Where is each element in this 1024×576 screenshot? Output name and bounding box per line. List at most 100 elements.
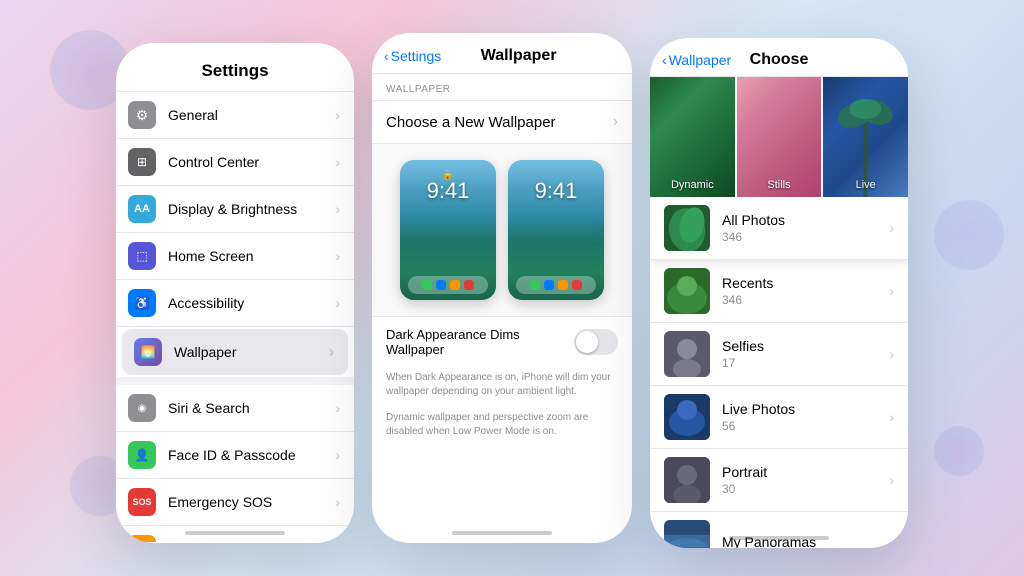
live-photos-info: Live Photos 56 xyxy=(722,401,889,433)
all-photos-count: 346 xyxy=(722,230,889,244)
settings-item-sos[interactable]: SOS Emergency SOS › xyxy=(116,479,354,526)
back-chevron-icon: ‹ xyxy=(384,48,389,64)
live-photos-thumb xyxy=(664,394,710,440)
general-label: General xyxy=(168,107,335,123)
gallery-live[interactable]: Live xyxy=(823,77,908,197)
bg-blob-4 xyxy=(934,426,984,476)
live-photos-chevron: › xyxy=(889,409,894,425)
settings-item-general[interactable]: ⚙ General › xyxy=(116,92,354,139)
settings-item-wallpaper[interactable]: 🌅 Wallpaper › xyxy=(122,329,348,375)
settings-item-siri[interactable]: ◉ Siri & Search › xyxy=(116,385,354,432)
choose-wallpaper-label: Choose a New Wallpaper xyxy=(386,114,613,131)
faceid-icon: 👤 xyxy=(128,441,156,469)
selfies-chevron: › xyxy=(889,346,894,362)
settings-item-home-screen[interactable]: ⬚ Home Screen › xyxy=(116,233,354,280)
exposure-label: Exposure Notifications xyxy=(168,541,335,542)
dark-appearance-label: Dark Appearance Dims Wallpaper xyxy=(386,327,574,357)
wallpaper-back-button[interactable]: ‹ Settings xyxy=(384,48,441,64)
phone-settings: Settings ⚙ General › ⊞ Control Center › … xyxy=(116,43,354,543)
recents-thumb xyxy=(664,268,710,314)
portrait-thumb xyxy=(664,457,710,503)
display-label: Display & Brightness xyxy=(168,201,335,217)
home-indicator-right xyxy=(729,536,829,540)
portrait-info: Portrait 30 xyxy=(722,464,889,496)
home-screen-time: 9:41 xyxy=(508,178,604,204)
wallpaper-gallery-row: Dynamic Stills Live xyxy=(650,77,908,197)
control-center-label: Control Center xyxy=(168,154,335,170)
settings-item-control-center[interactable]: ⊞ Control Center › xyxy=(116,139,354,186)
dynamic-label: Dynamic xyxy=(650,179,735,191)
choose-back-button[interactable]: ‹ Wallpaper xyxy=(662,52,731,68)
dark-appearance-toggle[interactable] xyxy=(574,329,618,355)
home-dock-icon-1 xyxy=(530,280,540,290)
faceid-label: Face ID & Passcode xyxy=(168,447,335,463)
sos-icon: SOS xyxy=(128,488,156,516)
selfies-thumb xyxy=(664,331,710,377)
siri-icon: ◉ xyxy=(128,394,156,422)
live-label: Live xyxy=(823,179,908,191)
phone-choose: ‹ Wallpaper Choose Dynamic Stills xyxy=(650,38,908,548)
dock-icon-1 xyxy=(422,280,432,290)
general-icon: ⚙ xyxy=(128,101,156,129)
photos-item-live[interactable]: Live Photos 56 › xyxy=(650,386,908,449)
photos-list: All Photos 346 › Recents 346 › xyxy=(650,197,908,548)
selfies-count: 17 xyxy=(722,356,889,370)
home-screen-dock xyxy=(516,276,596,294)
gallery-stills[interactable]: Stills xyxy=(737,77,822,197)
home-indicator-center xyxy=(452,531,552,535)
portrait-count: 30 xyxy=(722,482,889,496)
settings-list: ⚙ General › ⊞ Control Center › AA Displa… xyxy=(116,92,354,542)
dock-icon-4 xyxy=(464,280,474,290)
choose-wallpaper-row[interactable]: Choose a New Wallpaper › xyxy=(372,100,632,144)
recents-count: 346 xyxy=(722,293,889,307)
choose-screen-title: Choose xyxy=(750,51,809,69)
home-dock-icon-2 xyxy=(544,280,554,290)
toggle-dot xyxy=(576,331,598,353)
photos-item-selfies[interactable]: Selfies 17 › xyxy=(650,323,908,386)
all-photos-info: All Photos 346 xyxy=(722,212,889,244)
accessibility-label: Accessibility xyxy=(168,295,335,311)
choose-back-chevron: ‹ xyxy=(662,52,667,68)
choose-back-label: Wallpaper xyxy=(669,52,732,68)
photos-item-recents[interactable]: Recents 346 › xyxy=(650,260,908,323)
settings-item-accessibility[interactable]: ♿ Accessibility › xyxy=(116,280,354,327)
gallery-dynamic[interactable]: Dynamic xyxy=(650,77,735,197)
control-center-icon: ⊞ xyxy=(128,148,156,176)
dark-appearance-row: Dark Appearance Dims Wallpaper xyxy=(372,316,632,367)
photos-item-portrait[interactable]: Portrait 30 › xyxy=(650,449,908,512)
panoramas-chevron: › xyxy=(889,535,894,548)
home-screen-icon: ⬚ xyxy=(128,242,156,270)
all-photos-name: All Photos xyxy=(722,212,889,228)
home-screen-label: Home Screen xyxy=(168,248,335,264)
wallpaper-desc-2: Dynamic wallpaper and perspective zoom a… xyxy=(372,407,632,447)
selfies-info: Selfies 17 xyxy=(722,338,889,370)
choose-header: ‹ Wallpaper Choose xyxy=(650,38,908,77)
wallpaper-screen-title: Wallpaper xyxy=(481,47,557,65)
recents-info: Recents 346 xyxy=(722,275,889,307)
recents-name: Recents xyxy=(722,275,889,291)
home-screen-preview[interactable]: 9:41 xyxy=(508,160,604,300)
home-dock-icon-3 xyxy=(558,280,568,290)
sos-label: Emergency SOS xyxy=(168,494,335,510)
accessibility-icon: ♿ xyxy=(128,289,156,317)
lock-screen-preview[interactable]: 🔒 9:41 xyxy=(400,160,496,300)
photos-item-all[interactable]: All Photos 346 › xyxy=(650,197,908,260)
live-photos-name: Live Photos xyxy=(722,401,889,417)
display-icon: AA xyxy=(128,195,156,223)
dock-icon-3 xyxy=(450,280,460,290)
all-photos-chevron: › xyxy=(889,220,894,236)
group-divider-1 xyxy=(116,377,354,385)
phone-wallpaper: ‹ Settings Wallpaper WALLPAPER Choose a … xyxy=(372,33,632,543)
settings-title: Settings xyxy=(116,43,354,92)
wallpaper-label: Wallpaper xyxy=(174,344,329,360)
home-dock-icon-4 xyxy=(572,280,582,290)
photos-item-panoramas[interactable]: My Panoramas › xyxy=(650,512,908,548)
choose-wallpaper-chevron: › xyxy=(613,113,618,131)
exposure-icon: ◎ xyxy=(128,535,156,542)
back-label: Settings xyxy=(391,48,442,64)
live-photos-count: 56 xyxy=(722,419,889,433)
panoramas-thumb xyxy=(664,520,710,548)
settings-item-faceid[interactable]: 👤 Face ID & Passcode › xyxy=(116,432,354,479)
settings-item-display[interactable]: AA Display & Brightness › xyxy=(116,186,354,233)
wallpaper-icon: 🌅 xyxy=(134,338,162,366)
